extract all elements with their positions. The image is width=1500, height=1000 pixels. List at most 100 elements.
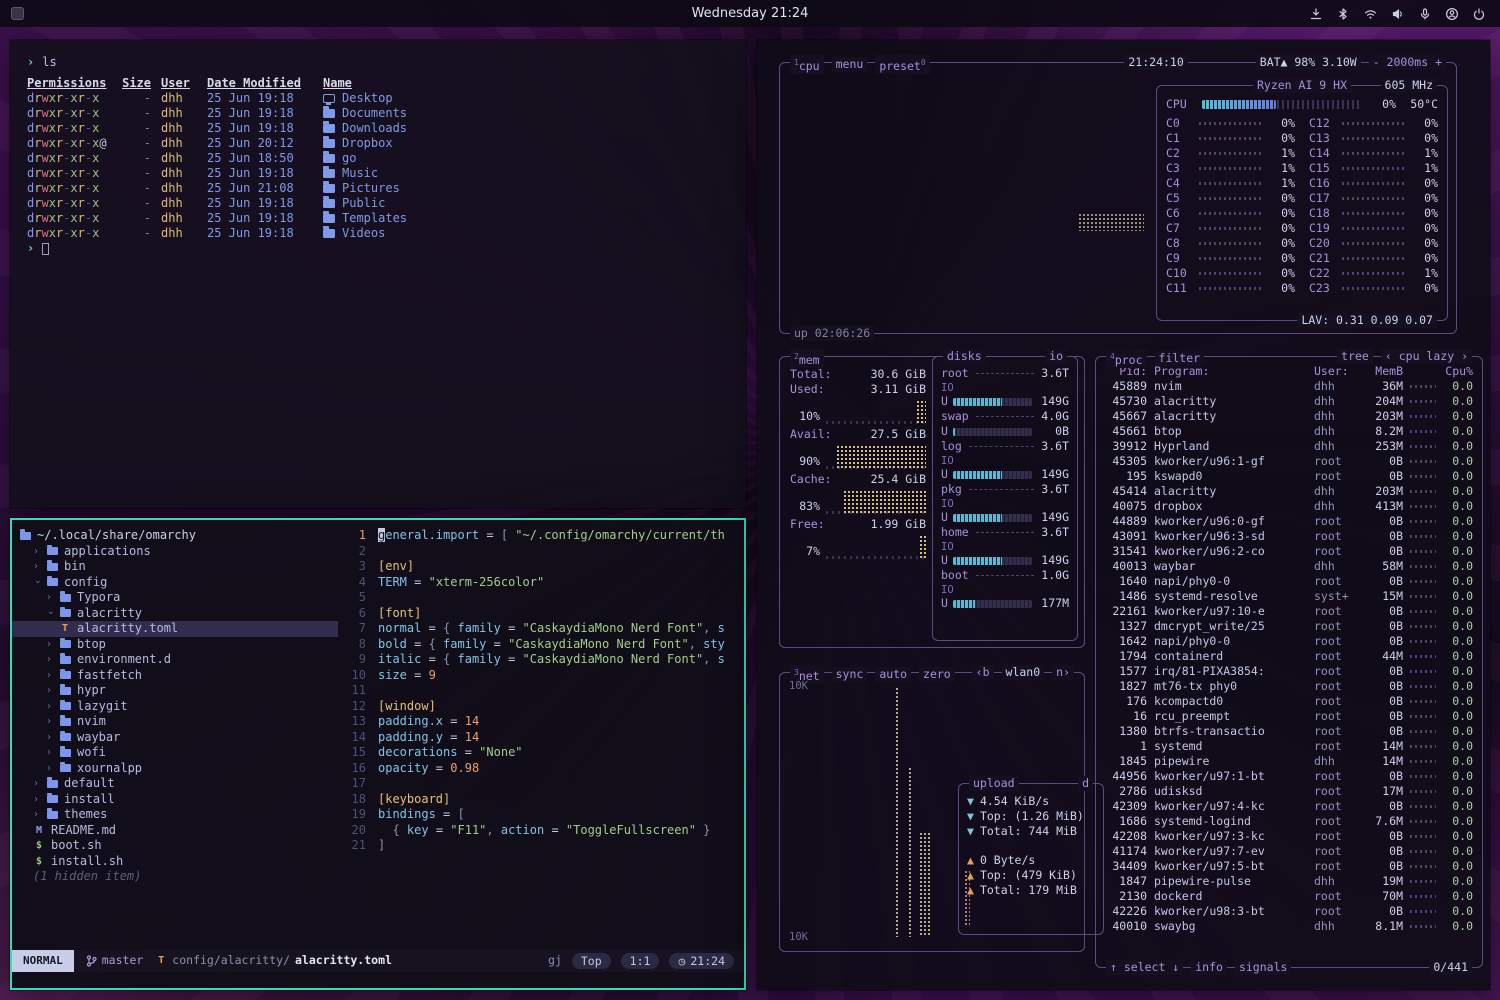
tree-item[interactable]: ›environment.d — [12, 652, 338, 668]
editor-line[interactable]: 14padding.y = 14 — [338, 730, 744, 746]
editor-line[interactable]: 7normal = { family = "CaskaydiaMono Nerd… — [338, 621, 744, 637]
process-row[interactable]: 44956kworker/u97:1-btroot0B0.0 — [1105, 769, 1473, 784]
net-auto-toggle[interactable]: auto — [875, 667, 911, 682]
tree-item[interactable]: ›wofi — [12, 745, 338, 761]
process-row[interactable]: 44889kworker/u96:0-gfroot0B0.0 — [1105, 514, 1473, 529]
process-row[interactable]: 45730alacrittydhh204M0.0 — [1105, 394, 1473, 409]
interval-minus[interactable]: - — [1373, 55, 1380, 69]
tree-item[interactable]: ›config — [12, 575, 338, 591]
process-row[interactable]: 45667alacrittydhh203M0.0 — [1105, 409, 1473, 424]
editor-line[interactable]: 19bindings = [ — [338, 807, 744, 823]
editor-line[interactable]: 5 — [338, 590, 744, 606]
editor-line[interactable]: 1general.import = [ "~/.config/omarchy/c… — [338, 528, 744, 544]
process-row[interactable]: 41174kworker/u97:7-evroot0B0.0 — [1105, 844, 1473, 859]
editor-line[interactable]: 15decorations = "None" — [338, 745, 744, 761]
tree-item[interactable]: ›alacritty — [12, 606, 338, 622]
filter-button[interactable]: filter — [1155, 351, 1205, 366]
process-row[interactable]: 42208kworker/u97:3-kcroot0B0.0 — [1105, 829, 1473, 844]
bluetooth-icon[interactable] — [1336, 7, 1350, 21]
process-row[interactable]: 195kswapd0root0B0.0 — [1105, 469, 1473, 484]
editor-line[interactable]: 8bold = { family = "CaskaydiaMono Nerd F… — [338, 637, 744, 653]
editor-line[interactable]: 21] — [338, 838, 744, 854]
process-row[interactable]: 45889nvimdhh36M0.0 — [1105, 379, 1473, 394]
tree-item[interactable]: ›waybar — [12, 730, 338, 746]
tree-item[interactable]: ›bin — [12, 559, 338, 575]
tree-item[interactable]: MREADME.md — [12, 823, 338, 839]
editor-line[interactable]: 2 — [338, 544, 744, 560]
process-row[interactable]: 40013waybardhh58M0.0 — [1105, 559, 1473, 574]
process-row[interactable]: 1845pipewiredhh14M0.0 — [1105, 754, 1473, 769]
iface-next-button[interactable]: n› — [1052, 665, 1074, 680]
process-row[interactable]: 16rcu_preemptroot0B0.0 — [1105, 709, 1473, 724]
header-mem[interactable]: MemB — [1363, 364, 1403, 379]
editor-line[interactable]: 11 — [338, 683, 744, 699]
power-icon[interactable] — [1472, 7, 1486, 21]
process-row[interactable]: 1642napi/phy0-0root0B0.0 — [1105, 634, 1473, 649]
tree-toggle[interactable]: tree — [1337, 349, 1373, 364]
editor-line[interactable]: 10size = 9 — [338, 668, 744, 684]
interval-plus[interactable]: + — [1435, 55, 1442, 69]
process-row[interactable]: 39912Hyprlanddhh253M0.0 — [1105, 439, 1473, 454]
process-row[interactable]: 43091kworker/u96:3-sdroot0B0.0 — [1105, 529, 1473, 544]
editor-line[interactable]: 4TERM = "xterm-256color" — [338, 575, 744, 591]
menu-button[interactable]: menu — [832, 57, 868, 72]
editor-line[interactable]: 18[keyboard] — [338, 792, 744, 808]
sort-selector[interactable]: ‹ cpu lazy › — [1381, 349, 1472, 364]
process-row[interactable]: 1577irq/81-PIXA3854:root0B0.0 — [1105, 664, 1473, 679]
tree-item[interactable]: ›applications — [12, 544, 338, 560]
screenshot-icon[interactable] — [1309, 7, 1323, 21]
iface-prev-button[interactable]: ‹b — [972, 665, 994, 680]
tree-item[interactable]: $install.sh — [12, 854, 338, 870]
file-path[interactable]: T config/alacritty/alacritty.toml — [155, 953, 392, 969]
tree-item[interactable]: ›xournalpp — [12, 761, 338, 777]
tree-item[interactable]: ›install — [12, 792, 338, 808]
editor-line[interactable]: 12[window] — [338, 699, 744, 715]
neovim-window[interactable]: ~/.local/share/omarchy›applications›bin›… — [10, 518, 746, 990]
editor-line[interactable]: 16opacity = 0.98 — [338, 761, 744, 777]
editor-line[interactable]: 9italic = { family = "CaskaydiaMono Nerd… — [338, 652, 744, 668]
tree-item[interactable]: ›btop — [12, 637, 338, 653]
wifi-icon[interactable] — [1363, 7, 1378, 21]
net-stats-toggle-key[interactable]: d — [1078, 776, 1093, 791]
tree-item[interactable]: ›lazygit — [12, 699, 338, 715]
tree-item[interactable]: $boot.sh — [12, 838, 338, 854]
interval-control[interactable]: - 2000ms + — [1369, 55, 1446, 70]
process-row[interactable]: 31541kworker/u96:2-coroot0B0.0 — [1105, 544, 1473, 559]
process-row[interactable]: 1847pipewire-pulsedhh19M0.0 — [1105, 874, 1473, 889]
process-row[interactable]: 1640napi/phy0-0root0B0.0 — [1105, 574, 1473, 589]
tree-item[interactable]: ›Typora — [12, 590, 338, 606]
process-row[interactable]: 42309kworker/u97:4-kcroot0B0.0 — [1105, 799, 1473, 814]
net-zero-toggle[interactable]: zero — [919, 667, 955, 682]
info-button[interactable]: info — [1191, 960, 1227, 975]
prompt-line[interactable]: › — [27, 241, 729, 256]
process-row[interactable]: 40075dropboxdhh413M0.0 — [1105, 499, 1473, 514]
editor-line[interactable]: 13padding.x = 14 — [338, 714, 744, 730]
tree-item[interactable]: ~/.local/share/omarchy — [12, 528, 338, 544]
select-control[interactable]: ↑ select ↓ — [1106, 960, 1183, 975]
editor-line[interactable]: 17 — [338, 776, 744, 792]
tree-item[interactable]: ›themes — [12, 807, 338, 823]
header-proc-user[interactable]: User: — [1314, 364, 1356, 379]
process-row[interactable]: 1486systemd-resolvesyst+15M0.0 — [1105, 589, 1473, 604]
process-row[interactable]: 1327dmcrypt_write/25root0B0.0 — [1105, 619, 1473, 634]
git-branch[interactable]: master — [86, 953, 144, 969]
editor-line[interactable]: 20 { key = "F11", action = "ToggleFullsc… — [338, 823, 744, 839]
process-row[interactable]: 34409kworker/u97:5-btroot0B0.0 — [1105, 859, 1473, 874]
editor-line[interactable]: 6[font] — [338, 606, 744, 622]
tree-item[interactable]: ›default — [12, 776, 338, 792]
process-row[interactable]: 22161kworker/u97:10-eroot0B0.0 — [1105, 604, 1473, 619]
microphone-icon[interactable] — [1418, 7, 1432, 21]
process-row[interactable]: 1686systemd-logindroot7.6M0.0 — [1105, 814, 1473, 829]
command-line-area[interactable] — [12, 972, 744, 988]
tree-item[interactable]: ›nvim — [12, 714, 338, 730]
btop-window[interactable]: 1cpu menu preset0 21:24:10 BAT▲ 98% 3.10… — [757, 40, 1490, 990]
process-row[interactable]: 1380btrfs-transactioroot0B0.0 — [1105, 724, 1473, 739]
header-cpu[interactable]: Cpu% — [1443, 364, 1473, 379]
volume-icon[interactable] — [1391, 7, 1405, 21]
user-icon[interactable] — [1445, 7, 1459, 21]
process-row[interactable]: 1827mt76-tx phy0root0B0.0 — [1105, 679, 1473, 694]
tree-item[interactable]: Talacritty.toml — [12, 621, 338, 637]
tree-item[interactable]: ›hypr — [12, 683, 338, 699]
process-row[interactable]: 40010swaybgdhh8.1M0.0 — [1105, 919, 1473, 934]
terminal-window-ls[interactable]: › ls Permissions Size User Date Modified… — [10, 40, 746, 508]
